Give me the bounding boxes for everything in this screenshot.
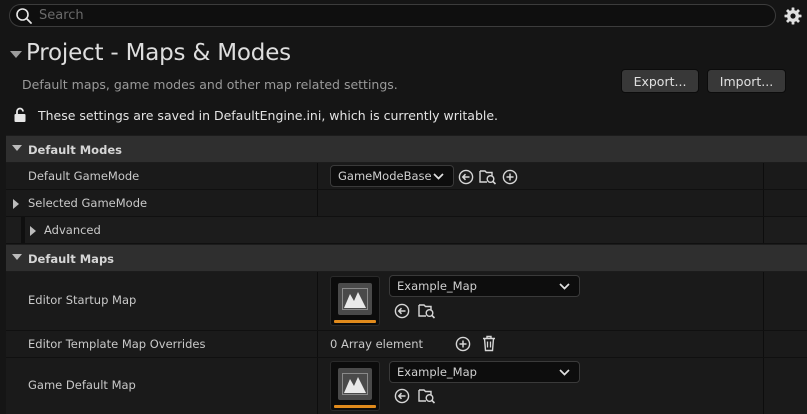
import-button[interactable]: Import...: [707, 69, 786, 93]
unlocked-icon: [14, 107, 26, 122]
column-divider: [763, 358, 764, 414]
property-label: Default GameMode: [28, 169, 140, 183]
level-map-icon: [342, 288, 368, 310]
property-row-selected-gamemode[interactable]: Selected GameMode: [6, 190, 807, 217]
property-label: Game Default Map: [28, 378, 136, 392]
thumbnail-frame: [338, 283, 372, 315]
collapse-arrow-icon[interactable]: [10, 51, 22, 59]
column-divider: [763, 217, 764, 243]
column-divider[interactable]: [317, 163, 318, 189]
expand-arrow-icon[interactable]: [13, 199, 20, 209]
array-count: 0 Array element: [330, 337, 424, 351]
use-selected-arrow-icon[interactable]: [394, 388, 410, 404]
property-row-template-overrides: Editor Template Map Overrides 0 Array el…: [6, 331, 807, 358]
expand-arrow-icon[interactable]: [30, 226, 37, 236]
config-notice: These settings are saved in DefaultEngin…: [38, 108, 499, 123]
collapse-arrow-icon[interactable]: [12, 254, 22, 261]
browse-folder-icon[interactable]: [479, 168, 497, 185]
column-divider: [317, 190, 318, 216]
map-thumbnail[interactable]: [330, 361, 380, 411]
game-default-map-combo[interactable]: Example_Map: [389, 361, 580, 383]
page-title: Project - Maps & Modes: [26, 40, 291, 66]
category-label: Default Modes: [28, 143, 122, 157]
browse-folder-icon[interactable]: [418, 387, 436, 404]
category-default-modes[interactable]: Default Modes: [6, 135, 807, 163]
search-icon: [16, 7, 32, 24]
column-divider: [763, 331, 764, 357]
search-bar[interactable]: [9, 4, 776, 27]
indent-guide: [21, 217, 25, 243]
editor-startup-map-combo[interactable]: Example_Map: [389, 275, 580, 297]
category-default-maps[interactable]: Default Maps: [6, 244, 807, 272]
asset-type-bar: [334, 320, 376, 323]
map-thumbnail[interactable]: [330, 276, 380, 326]
collapse-arrow-icon[interactable]: [12, 145, 22, 152]
column-divider: [763, 272, 764, 330]
property-row-game-default-map: Game Default Map Example_Map: [6, 358, 807, 414]
map-value: Example_Map: [397, 279, 477, 293]
thumbnail-frame: [338, 368, 372, 400]
property-label: Selected GameMode: [28, 196, 148, 210]
use-selected-arrow-icon[interactable]: [394, 303, 410, 319]
page-subtitle: Default maps, game modes and other map r…: [22, 77, 398, 92]
property-row-default-gamemode: Default GameMode GameModeBase: [6, 163, 807, 190]
property-label: Editor Startup Map: [28, 293, 137, 307]
level-map-icon: [342, 373, 368, 395]
map-value: Example_Map: [397, 365, 477, 379]
column-divider: [317, 272, 318, 330]
column-divider: [317, 358, 318, 414]
chevron-down-icon: [559, 369, 570, 376]
gamemode-combo[interactable]: GameModeBase: [330, 165, 454, 187]
property-label: Advanced: [44, 223, 101, 237]
use-selected-arrow-icon[interactable]: [458, 169, 474, 185]
asset-type-bar: [334, 405, 376, 408]
export-button[interactable]: Export...: [621, 69, 699, 93]
add-circle-icon[interactable]: [502, 169, 518, 185]
gamemode-value: GameModeBase: [338, 169, 432, 183]
chevron-down-icon: [433, 173, 444, 180]
category-label: Default Maps: [28, 252, 115, 266]
column-divider: [763, 163, 764, 189]
add-circle-icon[interactable]: [455, 336, 471, 352]
details-panel: Default Modes Default GameMode GameModeB…: [6, 135, 807, 414]
search-input[interactable]: [39, 5, 739, 26]
browse-folder-icon[interactable]: [418, 302, 436, 319]
gear-icon[interactable]: [783, 6, 803, 26]
property-label: Editor Template Map Overrides: [28, 337, 206, 351]
column-divider: [317, 331, 318, 357]
chevron-down-icon: [559, 283, 570, 290]
property-row-advanced[interactable]: Advanced: [6, 217, 807, 244]
property-row-editor-startup-map: Editor Startup Map Example_Map: [6, 272, 807, 331]
trash-icon[interactable]: [481, 335, 497, 352]
column-divider: [763, 190, 764, 216]
